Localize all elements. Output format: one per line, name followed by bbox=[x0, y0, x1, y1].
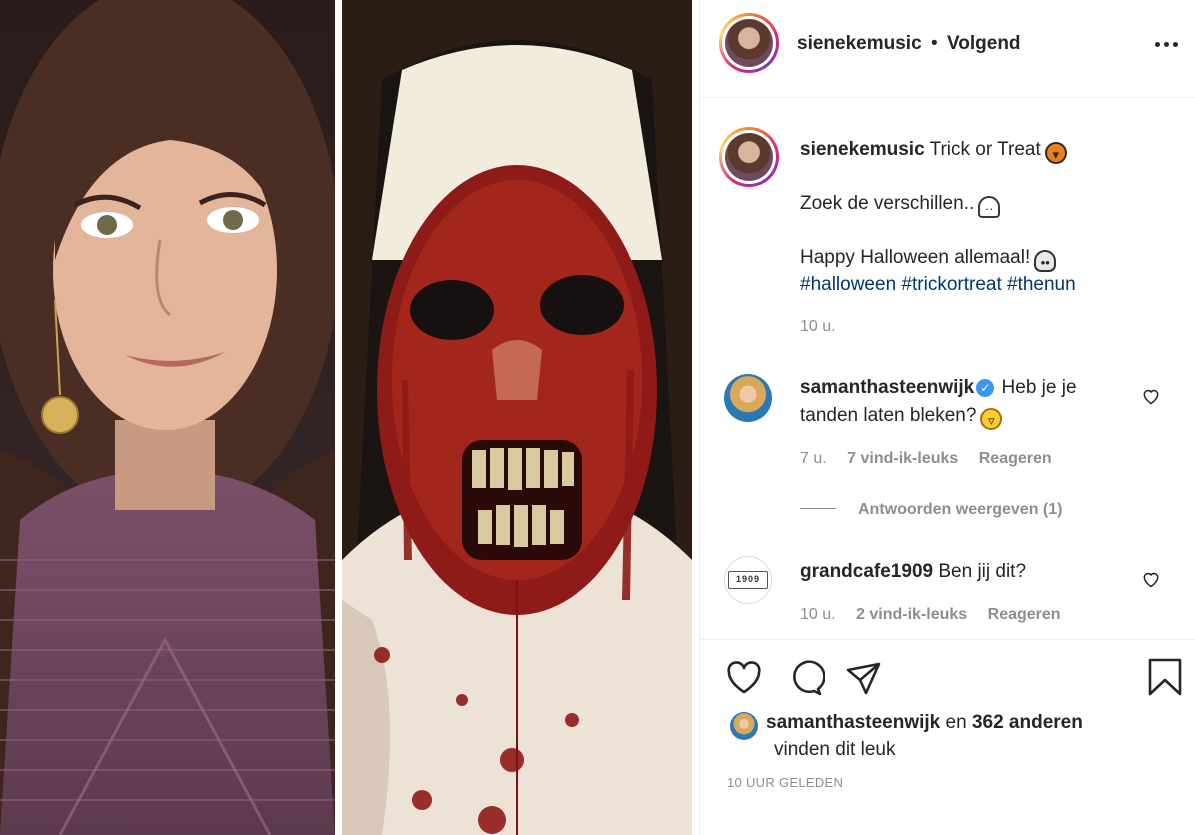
post-timestamp[interactable]: 10 UUR GELEDEN bbox=[727, 775, 843, 790]
caption-line-2: Zoek de verschillen.. bbox=[800, 193, 975, 214]
pumpkin-emoji-icon: ▾ bbox=[1044, 142, 1067, 164]
post-photo-nun-mask bbox=[342, 0, 692, 835]
follow-status-button[interactable]: Volgend bbox=[947, 33, 1021, 55]
share-icon[interactable] bbox=[844, 658, 884, 698]
heart-icon[interactable] bbox=[724, 658, 764, 698]
post-actions: samanthasteenwijk en 362 anderen vinden … bbox=[700, 639, 1195, 835]
comment-item: samanthasteenwijk ✓ Heb je je tanden late… bbox=[800, 374, 1120, 430]
hashtag-link[interactable]: #thenun bbox=[1007, 274, 1076, 295]
more-icon[interactable] bbox=[1155, 34, 1181, 54]
comment-likes-count[interactable]: 7 vind-ik-leuks bbox=[847, 450, 958, 467]
author-username[interactable]: sienekemusic bbox=[797, 33, 922, 55]
reply-button[interactable]: Reageren bbox=[988, 606, 1061, 623]
comment-time[interactable]: 7 u. bbox=[800, 450, 827, 467]
comment-avatar[interactable] bbox=[724, 374, 772, 422]
verified-icon: ✓ bbox=[976, 379, 995, 397]
hashtag-link[interactable]: #trickortreat bbox=[901, 274, 1001, 295]
comment-like-heart-icon[interactable] bbox=[1141, 569, 1161, 589]
view-replies-button[interactable]: Antwoorden weergeven (1) bbox=[800, 501, 1062, 519]
likes-others-link[interactable]: 362 anderen bbox=[972, 712, 1083, 733]
reply-button[interactable]: Reageren bbox=[979, 450, 1052, 467]
post-header: sienekemusic • Volgend bbox=[700, 0, 1195, 98]
likes-summary: samanthasteenwijk en 362 anderen bbox=[766, 709, 1083, 736]
post-sidebar: sienekemusic • Volgend sienekemusic Tric… bbox=[699, 0, 1195, 835]
author-avatar[interactable] bbox=[719, 13, 779, 73]
caption-line-1: Trick or Treat bbox=[929, 139, 1041, 160]
ghost-emoji-icon: ·· bbox=[978, 196, 1001, 218]
grandcafe-logo: 1909 bbox=[728, 571, 768, 589]
comment-time[interactable]: 10 u. bbox=[800, 606, 836, 623]
comment-avatar[interactable]: 1909 bbox=[724, 556, 772, 604]
post-caption: sienekemusic Trick or Treat ▾ Zoek de ver… bbox=[800, 136, 1180, 295]
post-media[interactable] bbox=[0, 0, 699, 835]
hashtag-link[interactable]: #halloween bbox=[800, 274, 896, 295]
likes-and: en bbox=[945, 712, 967, 733]
separator-dot: • bbox=[931, 33, 938, 54]
comment-likes-count[interactable]: 2 vind-ik-leuks bbox=[856, 606, 967, 623]
liker-avatar[interactable] bbox=[730, 712, 758, 740]
comment-meta: 10 u. 2 vind-ik-leuks Reageren bbox=[800, 606, 1077, 624]
comment-item: grandcafe1909 Ben jij dit? bbox=[800, 558, 1120, 586]
comment-text: Ben jij dit? bbox=[938, 561, 1027, 582]
nun-mask-illustration bbox=[342, 0, 692, 835]
skull-emoji-icon: •• bbox=[1034, 250, 1057, 272]
laughing-emoji-icon: ▿ bbox=[980, 408, 1003, 430]
portrait-illustration bbox=[0, 0, 335, 835]
caption-time[interactable]: 10 u. bbox=[800, 318, 836, 336]
caption-author-avatar[interactable] bbox=[719, 127, 779, 187]
caption-line-3: Happy Halloween allemaal! bbox=[800, 247, 1031, 268]
comment-icon[interactable] bbox=[785, 658, 826, 698]
caption-username[interactable]: sienekemusic bbox=[800, 139, 925, 160]
likes-suffix: vinden dit leuk bbox=[774, 739, 896, 760]
comment-meta: 7 u. 7 vind-ik-leuks Reageren bbox=[800, 450, 1068, 468]
image-divider bbox=[335, 0, 342, 835]
comment-like-heart-icon[interactable] bbox=[1141, 386, 1161, 406]
liker-username[interactable]: samanthasteenwijk bbox=[766, 712, 940, 733]
bookmark-icon[interactable] bbox=[1145, 658, 1185, 698]
comment-username[interactable]: grandcafe1909 bbox=[800, 561, 933, 582]
view-replies-label: Antwoorden weergeven (1) bbox=[858, 501, 1063, 518]
post-photo-portrait bbox=[0, 0, 335, 835]
replies-line bbox=[800, 508, 836, 509]
comment-username[interactable]: samanthasteenwijk bbox=[800, 377, 974, 398]
